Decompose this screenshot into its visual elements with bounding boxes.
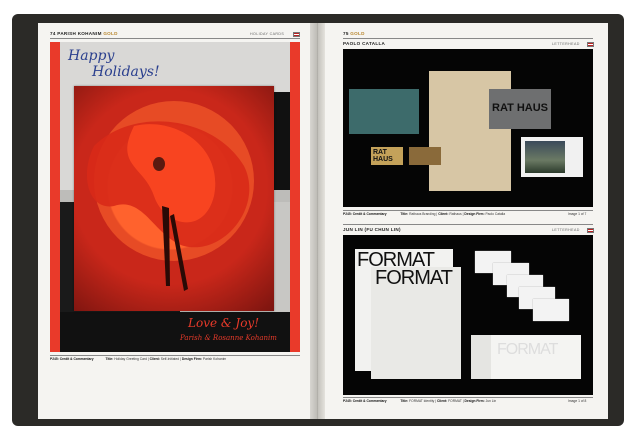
photo-card-image bbox=[525, 141, 565, 173]
entry2-caption: P245: Credit & Commentary Title: FORMAT … bbox=[343, 399, 497, 403]
entry1-name: PAOLO CATALLA bbox=[343, 41, 386, 46]
left-title: Holiday Greeting Card bbox=[114, 357, 147, 361]
format-wordmark-2: FORMAT bbox=[375, 267, 453, 289]
entry2-client: FORMAT bbox=[448, 399, 462, 403]
entry2-firm-label: Design Firm: bbox=[464, 399, 485, 403]
left-title-label: Title: bbox=[105, 357, 114, 361]
entry1-code: P245: Credit & Commentary bbox=[343, 212, 387, 216]
rathaus-card: RAT HAUS bbox=[489, 89, 551, 129]
book-gutter bbox=[310, 23, 325, 419]
entry1-category: LETTERHEAD bbox=[552, 42, 580, 46]
format-envelope: FORMAT bbox=[471, 335, 581, 379]
left-entrant-name: PARISH KOHANIM bbox=[57, 31, 102, 36]
business-card-back bbox=[409, 147, 441, 165]
teal-envelope bbox=[349, 89, 419, 134]
entry1-client-label: Client: bbox=[438, 212, 449, 216]
rathaus-artwork: RAT HAUS RAT HAUS bbox=[343, 49, 593, 207]
envelope-flap bbox=[471, 335, 491, 379]
photo-card bbox=[521, 137, 583, 177]
entry1-title: Rathaus Branding bbox=[409, 212, 436, 216]
holiday-card-artwork: Happy Holidays! Love & Joy! Parish & Ros… bbox=[50, 42, 300, 352]
left-page-number: 74 bbox=[50, 31, 56, 36]
left-category: HOLIDAY CARDS bbox=[250, 32, 285, 36]
flag-icon bbox=[587, 42, 594, 47]
left-head-rule bbox=[50, 38, 300, 39]
flag-icon bbox=[293, 32, 300, 37]
entry2-name: JUN LIN (FU CHUN LIN) bbox=[343, 227, 401, 232]
business-card: RAT HAUS bbox=[371, 147, 403, 165]
left-running-head: 74 PARISH KOHANIM GOLD bbox=[50, 31, 118, 36]
right-running-head: 75 GOLD bbox=[343, 31, 365, 36]
entry1-firm-label: Design Firm: bbox=[464, 212, 485, 216]
right-head-rule bbox=[343, 38, 593, 39]
format-artwork: FORMAT FORMAT FORMAT bbox=[343, 235, 593, 395]
left-client: Self-Initiated bbox=[160, 357, 180, 361]
entry2-title-label: Title: bbox=[400, 399, 409, 403]
left-firm-label: Design Firm: bbox=[181, 357, 202, 361]
entry2-client-label: Client: bbox=[436, 399, 448, 403]
entry2-firm: Jun Lin bbox=[485, 399, 497, 403]
left-client-label: Client: bbox=[149, 357, 160, 361]
right-award: GOLD bbox=[350, 31, 365, 36]
entry1-title-label: Title: bbox=[400, 212, 409, 216]
entry2-code: P245: Credit & Commentary bbox=[343, 399, 387, 403]
entry1-pages: Image 1 of 7 bbox=[568, 212, 587, 216]
entry2-category: LETTERHEAD bbox=[552, 228, 580, 232]
entry1-caption-rule bbox=[343, 210, 593, 211]
closing-line: Love & Joy! bbox=[188, 316, 260, 330]
format-card bbox=[533, 299, 569, 321]
right-page-number: 75 bbox=[343, 31, 349, 36]
entry1-caption: P245: Credit & Commentary Title: Rathaus… bbox=[343, 212, 506, 216]
entry2-title: FORMAT Identity bbox=[409, 399, 435, 403]
left-caption: P245: Credit & Commentary Title: Holiday… bbox=[50, 357, 227, 361]
format-envelope-wordmark: FORMAT bbox=[497, 341, 558, 358]
left-firm: Parish Kohanim bbox=[202, 357, 227, 361]
left-caption-rule bbox=[50, 355, 300, 356]
entry2-caption-rule bbox=[343, 397, 593, 398]
entry2-head-rule bbox=[343, 224, 593, 225]
entry1-firm: Paolo Catalla bbox=[485, 212, 506, 216]
left-award: GOLD bbox=[103, 31, 118, 36]
entry1-client: Rathaus bbox=[449, 212, 462, 216]
greeting-line-2: Holidays! bbox=[92, 64, 160, 80]
signature-line: Parish & Rosanne Kohanim bbox=[180, 334, 277, 342]
flag-icon bbox=[587, 228, 594, 233]
dancer-illustration bbox=[86, 101, 254, 291]
entry2-pages: Image 1 of 8 bbox=[568, 399, 587, 403]
dancer-photo bbox=[74, 86, 274, 311]
greeting-line-1: Happy bbox=[68, 48, 115, 64]
left-caption-code: P245: Credit & Commentary bbox=[50, 357, 94, 361]
